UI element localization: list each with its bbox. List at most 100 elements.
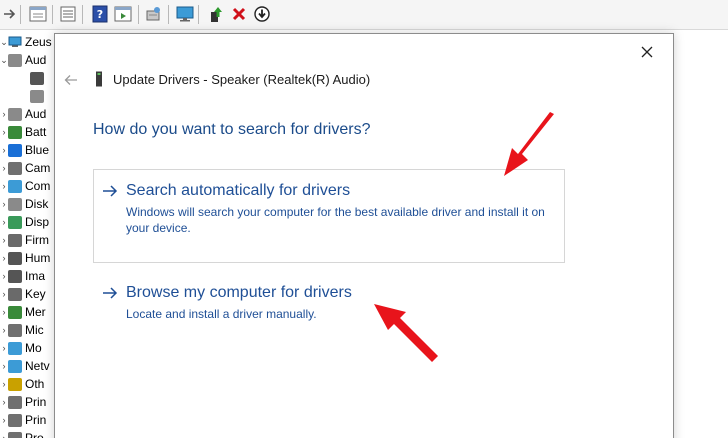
window-play-icon — [114, 6, 132, 22]
speaker-small-icon — [30, 89, 44, 103]
help-button[interactable]: ? — [90, 4, 110, 24]
tree-root[interactable]: ⌄ Zeus — [0, 33, 60, 51]
network-icon — [8, 359, 22, 373]
tree-item-label: Com — [25, 179, 51, 193]
details-button[interactable] — [58, 4, 78, 24]
tree-item[interactable]: › Batt — [0, 123, 60, 141]
close-button[interactable] — [635, 40, 659, 64]
monitor-icon — [176, 6, 194, 22]
arrow-right-icon — [103, 185, 118, 197]
back-button[interactable] — [61, 70, 81, 90]
update-driver-icon — [211, 7, 222, 22]
arrow-right-icon — [4, 9, 16, 19]
browse-computer-option[interactable]: Browse my computer for drivers Locate an… — [93, 271, 565, 331]
chevron-right-icon[interactable]: › — [0, 271, 8, 281]
tree-item-label: Disk — [25, 197, 49, 211]
tree-item[interactable]: › Oth — [0, 375, 60, 393]
tree-item[interactable]: › Prin — [0, 393, 60, 411]
chevron-right-icon[interactable]: › — [0, 127, 8, 137]
chevron-right-icon[interactable]: › — [0, 145, 8, 155]
computer-icon — [8, 36, 22, 47]
tree-item[interactable]: › Blue — [0, 141, 60, 159]
tree-item[interactable]: › Mo — [0, 339, 60, 357]
tree-item[interactable] — [0, 87, 60, 105]
tree-item[interactable]: › Key — [0, 285, 60, 303]
chevron-right-icon[interactable]: › — [0, 163, 8, 173]
chevron-right-icon[interactable]: › — [0, 325, 8, 335]
chevron-right-icon[interactable]: › — [0, 397, 8, 407]
memory-icon — [8, 305, 22, 319]
tree-item[interactable]: › Ima — [0, 267, 60, 285]
chevron-right-icon[interactable]: › — [0, 343, 8, 353]
chevron-down-icon[interactable]: ⌄ — [0, 55, 8, 66]
battery-icon — [8, 125, 22, 139]
arrow-right-icon — [103, 287, 118, 299]
tree-item-label: Hum — [25, 251, 51, 265]
tree-item[interactable]: › Disk — [0, 195, 60, 213]
tree-item[interactable]: › Firm — [0, 231, 60, 249]
speaker-icon — [8, 53, 22, 67]
update-driver-button[interactable] — [206, 4, 226, 24]
svg-text:?: ? — [97, 8, 103, 21]
scan-hardware-button[interactable] — [144, 4, 164, 24]
chevron-right-icon[interactable]: › — [0, 109, 8, 119]
toolbar-separator — [138, 5, 139, 24]
dialog-title-text: Update Drivers - Speaker (Realtek(R) Aud… — [113, 71, 371, 87]
monitor-icon — [8, 341, 22, 355]
dialog-title: Update Drivers - Speaker (Realtek(R) Aud… — [95, 71, 370, 87]
bluetooth-icon — [8, 143, 22, 157]
tree-item[interactable]: › Cam — [0, 159, 60, 177]
tree-item-label: Prin — [25, 395, 47, 409]
chevron-right-icon[interactable]: › — [0, 199, 8, 209]
tree-item-label: Mic — [25, 323, 44, 337]
search-automatically-option[interactable]: Search automatically for drivers Windows… — [93, 169, 565, 263]
chevron-right-icon[interactable]: › — [0, 415, 8, 425]
chevron-right-icon[interactable]: › — [0, 361, 8, 371]
tree-item[interactable]: › Mic — [0, 321, 60, 339]
toolbar: ? — [0, 0, 728, 30]
forward-button[interactable] — [0, 4, 20, 24]
toolbar-separator — [82, 5, 83, 24]
tree-item-label: Firm — [25, 233, 49, 247]
chevron-right-icon[interactable]: › — [0, 181, 8, 191]
unknown-device-icon — [8, 377, 22, 391]
tree-item-label: Mer — [25, 305, 46, 319]
tree-item[interactable]: › Aud — [0, 105, 60, 123]
tree-item[interactable]: › Disp — [0, 213, 60, 231]
uninstall-button[interactable] — [229, 4, 249, 24]
keyboard-icon — [8, 287, 22, 301]
properties-button[interactable] — [28, 4, 48, 24]
chevron-right-icon[interactable]: › — [0, 379, 8, 389]
tree-item[interactable]: › Com — [0, 177, 60, 195]
speaker-device-icon — [96, 71, 102, 87]
speaker-icon — [8, 107, 22, 121]
tree-item[interactable]: › Pro — [0, 429, 60, 438]
toolbar-separator — [198, 5, 199, 24]
tree-item[interactable]: › Mer — [0, 303, 60, 321]
tree-item[interactable]: › Prin — [0, 411, 60, 429]
chevron-right-icon[interactable]: › — [0, 253, 8, 263]
arrow-left-icon — [64, 75, 77, 85]
tree-item-label: Key — [25, 287, 46, 301]
hid-icon — [8, 251, 22, 265]
disable-device-button[interactable] — [252, 4, 272, 24]
add-legacy-button[interactable] — [175, 4, 195, 24]
search-question: How do you want to search for drivers? — [93, 121, 371, 138]
printer-icon — [8, 413, 22, 427]
tree-item-label: Blue — [25, 143, 50, 157]
tree-item[interactable]: › Hum — [0, 249, 60, 267]
tree-item[interactable]: › Netv — [0, 357, 60, 375]
chevron-right-icon[interactable]: › — [0, 433, 8, 438]
chevron-right-icon[interactable]: › — [0, 289, 8, 299]
option-heading: Browse my computer for drivers — [126, 284, 352, 301]
update-drivers-dialog: Update Drivers - Speaker (Realtek(R) Aud… — [54, 33, 674, 438]
toolbar-separator — [20, 5, 21, 24]
tree-item-label: Oth — [25, 377, 45, 391]
disk-drive-icon — [8, 197, 22, 211]
view-button[interactable] — [113, 4, 133, 24]
tree-item[interactable]: ⌄ Aud — [0, 51, 60, 69]
chevron-right-icon[interactable]: › — [0, 217, 8, 227]
chevron-right-icon[interactable]: › — [0, 235, 8, 245]
tree-item[interactable] — [0, 69, 60, 87]
chevron-right-icon[interactable]: › — [0, 307, 8, 317]
